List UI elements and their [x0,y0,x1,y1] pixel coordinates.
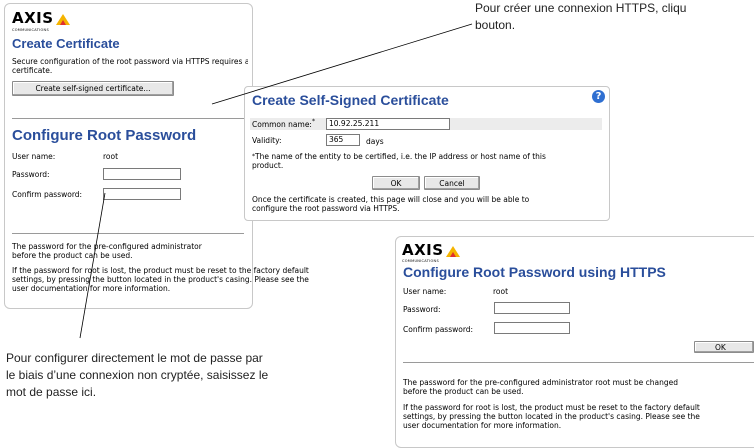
divider [12,233,244,234]
divider [403,362,754,363]
password-field[interactable] [494,302,570,314]
admin-password-note: The password for the pre-configured admi… [403,378,679,396]
axis-logo: AXIS [12,11,70,26]
confirm-password-field[interactable] [103,188,181,200]
https-panel-title: Configure Root Password using HTTPS [403,264,666,280]
confirm-password-label: Confirm password: [403,325,474,334]
user-name-value: root [493,287,509,296]
certificate-dialog-title: Create Self-Signed Certificate [252,92,449,108]
create-certificate-description: Secure configuration of the root passwor… [12,57,248,75]
ok-button[interactable]: OK [694,341,754,353]
axis-logo: AXIS [402,243,460,258]
password-label: Password: [403,305,441,314]
axis-logo-triangle-icon [445,246,460,257]
validity-input[interactable]: 365 [326,134,360,146]
axis-logo-subtitle: COMMUNICATIONS [402,259,439,263]
common-name-label: Common name: [252,120,312,129]
direct-password-callout-text: Pour configurer directement le mot de pa… [6,351,269,399]
user-name-value: root [103,152,119,161]
create-self-signed-certificate-button[interactable]: Create self-signed certificate... [12,81,174,96]
axis-logo-triangle-icon [55,14,70,25]
confirm-password-label: Confirm password: [12,190,83,199]
confirm-password-field[interactable] [494,322,570,334]
ok-button[interactable]: OK [372,176,420,190]
validity-label: Validity: [252,136,282,145]
create-certificate-title: Create Certificate [12,36,120,51]
axis-logo-subtitle: COMMUNICATIONS [12,28,49,32]
common-name-input[interactable]: 10.92.25.211 [326,118,450,130]
lost-password-note: If the password for root is lost, the pr… [403,403,700,430]
admin-password-note: The password for the pre-configured admi… [12,242,202,260]
password-field[interactable] [103,168,181,180]
user-name-label: User name: [403,287,447,296]
common-name-footnote: *The name of the entity to be certified,… [252,152,546,170]
required-asterisk: * [312,118,315,125]
divider [12,118,244,119]
after-creation-note: Once the certificate is created, this pa… [252,195,530,213]
configure-root-password-title: Configure Root Password [12,127,197,144]
cancel-button[interactable]: Cancel [424,176,480,190]
lost-password-note: If the password for root is lost, the pr… [12,266,309,293]
https-callout-text: Pour créer une connexion HTTPS, cliqu bo… [475,1,687,32]
password-label: Password: [12,170,50,179]
user-name-label: User name: [12,152,56,161]
validity-unit: days [366,137,384,146]
help-icon[interactable]: ? [592,90,605,103]
